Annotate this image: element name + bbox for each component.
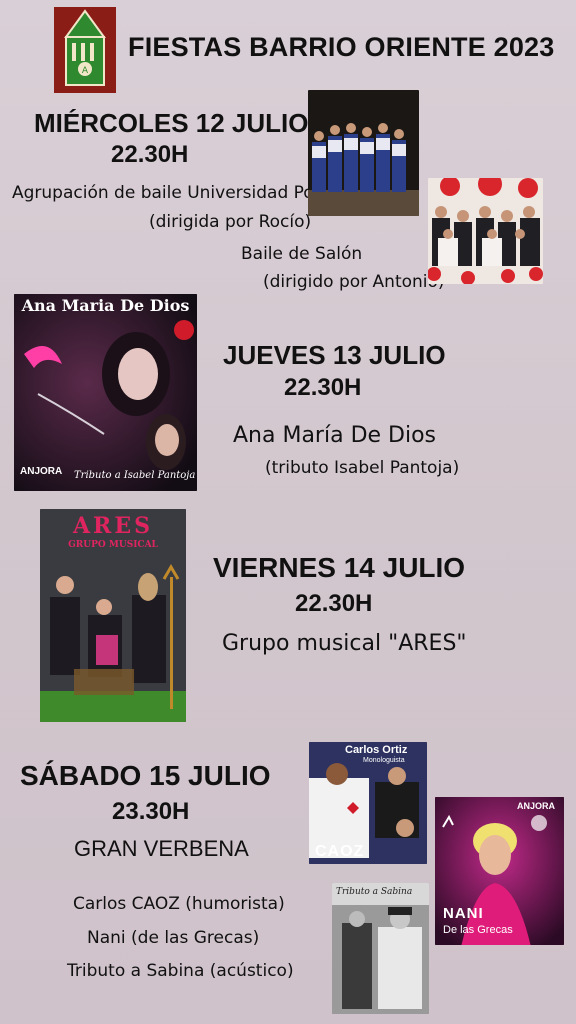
event-4-time: 23.30H [112, 798, 190, 825]
event-4-act-3: Tributo a Sabina (acústico) [67, 961, 294, 981]
ares-poster-title: ARES [72, 513, 153, 539]
ares-poster-subtitle: GRUPO MUSICAL [68, 540, 158, 550]
ana-maria-poster-title: Ana Maria De Dios [21, 296, 190, 315]
event-4-act-2: Nani (de las Grecas) [87, 928, 260, 948]
event-2-note: (tributo Isabel Pantoja) [265, 458, 460, 478]
event-1-act-2-name: Baile de Salón [241, 244, 363, 264]
event-1-time: 22.30H [111, 141, 189, 168]
ana-maria-poster-brand: ANJORA [20, 466, 63, 477]
event-4-headline: GRAN VERBENA [74, 836, 249, 861]
event-4-act-1: Carlos CAOZ (humorista) [73, 894, 285, 914]
event-2-time: 22.30H [284, 374, 362, 401]
dance-group-photo [308, 90, 419, 216]
event-1-act-1-name: Agrupación de baile Universidad Popular [12, 183, 358, 203]
nani-poster-brand: ANJORA [517, 801, 556, 811]
caoz-poster: Carlos Ortiz Monologuista CAOZ [309, 742, 427, 864]
nani-poster-sub: De las Grecas [443, 924, 513, 936]
event-2-day: JUEVES 13 JULIO [223, 340, 446, 370]
event-2-performer: Ana María De Dios [233, 423, 437, 448]
nani-poster: ANJORA NANI De las Grecas [435, 797, 564, 945]
sabina-poster-title: Tributo a Sabina [336, 887, 413, 897]
church-logo: A [54, 7, 116, 93]
event-1-act-1-note: (dirigida por Rocío) [149, 212, 312, 232]
event-4-day: SÁBADO 15 JULIO [20, 760, 271, 791]
event-1-day: MIÉRCOLES 12 JULIO [34, 108, 309, 138]
page-title: FIESTAS BARRIO ORIENTE 2023 [128, 32, 555, 62]
ana-maria-poster: Ana Maria De Dios ANJORA Tributo a Isabe… [14, 294, 197, 491]
ares-poster: ARES GRUPO MUSICAL [40, 509, 186, 722]
event-3-time: 22.30H [295, 590, 373, 617]
event-3-day: VIERNES 14 JULIO [213, 552, 466, 583]
caoz-poster-role: Monologuista [363, 757, 405, 764]
sabina-poster: Tributo a Sabina [332, 883, 429, 1014]
caoz-poster-logo: CAOZ [315, 843, 365, 860]
caoz-poster-name: Carlos Ortiz [345, 744, 408, 756]
ana-maria-poster-subtitle: Tributo a Isabel Pantoja [74, 470, 196, 481]
nani-poster-name: NANI [443, 905, 484, 922]
event-1-act-2-note: (dirigido por Antonio) [263, 272, 445, 292]
svg-text:A: A [82, 66, 89, 76]
event-3-performer: Grupo musical "ARES" [222, 631, 467, 656]
ballroom-group-photo [428, 178, 543, 284]
